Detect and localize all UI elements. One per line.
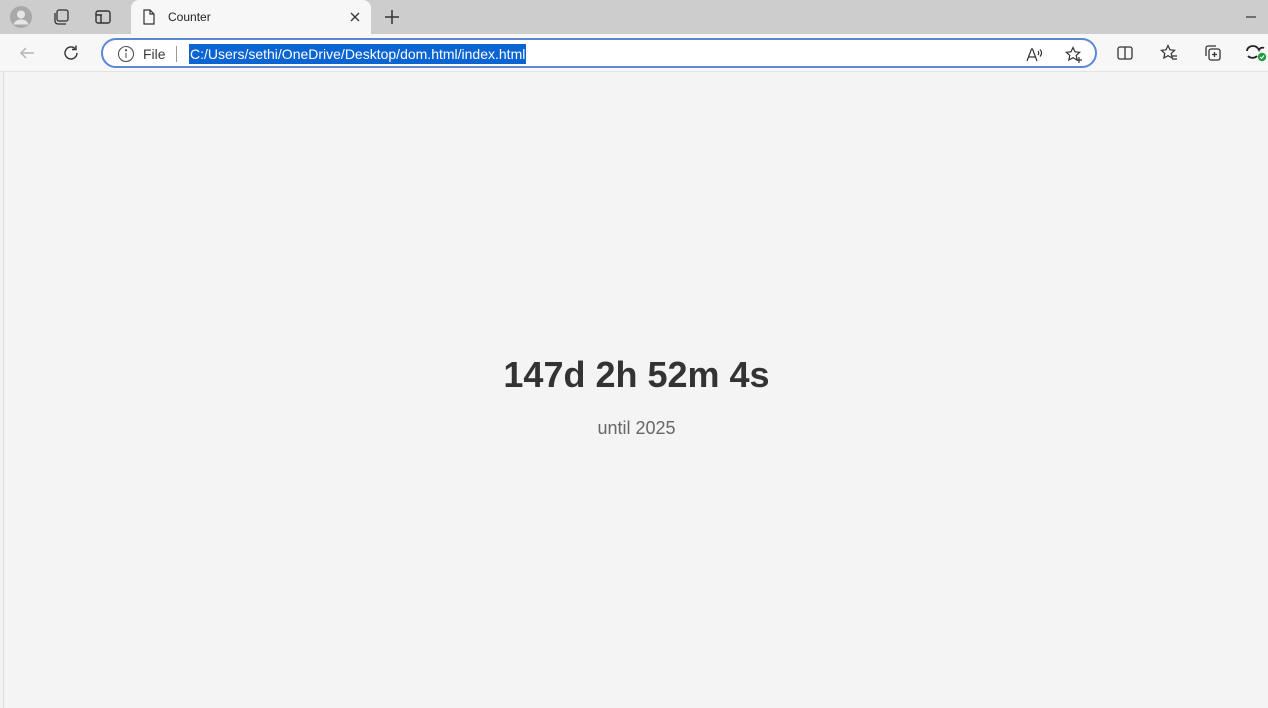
minimize-icon[interactable] [1242, 8, 1260, 26]
vertical-tabs-icon[interactable] [91, 5, 115, 29]
tab-title: Counter [168, 10, 211, 24]
document-icon [142, 9, 156, 25]
workspaces-icon[interactable] [49, 5, 73, 29]
collections-icon[interactable] [1200, 40, 1226, 66]
favorites-icon[interactable] [1156, 40, 1182, 66]
active-tab[interactable]: Counter [131, 0, 371, 34]
extension-icon[interactable] [1243, 40, 1268, 66]
add-favorite-icon[interactable] [1063, 44, 1085, 66]
browser-toolbar: File C:/Users/sethi/OneDrive/Desktop/dom… [0, 34, 1268, 72]
url-text[interactable]: C:/Users/sethi/OneDrive/Desktop/dom.html… [189, 44, 527, 64]
info-icon[interactable] [117, 45, 135, 63]
close-icon[interactable] [347, 9, 363, 25]
new-tab-icon[interactable] [380, 5, 404, 29]
profile-icon[interactable] [9, 5, 33, 29]
address-bar[interactable]: File C:/Users/sethi/OneDrive/Desktop/dom… [101, 38, 1097, 68]
countdown-heading: 147d 2h 52m 4s [503, 354, 770, 395]
read-aloud-icon[interactable] [1023, 44, 1045, 66]
split-screen-icon[interactable] [1112, 40, 1138, 66]
refresh-icon[interactable] [58, 40, 84, 66]
scheme-label[interactable]: File [143, 46, 166, 62]
address-separator [176, 46, 177, 62]
back-icon[interactable] [14, 40, 40, 66]
countdown-subtitle: until 2025 [597, 418, 676, 438]
tab-strip: Counter [0, 0, 1268, 34]
page-viewport: 147d 2h 52m 4s until 2025 [3, 72, 1268, 708]
